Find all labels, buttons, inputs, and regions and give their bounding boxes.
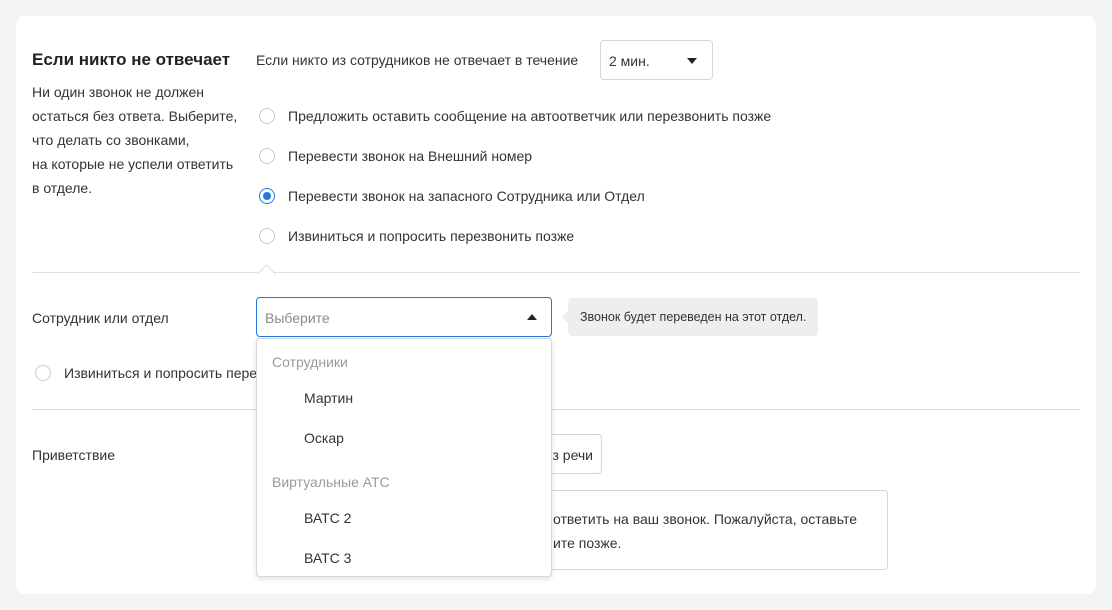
option-label: ВАТС 2 <box>304 510 352 526</box>
radio-option-apologize-fallback[interactable]: Извиниться и попросить пере <box>35 364 275 384</box>
employee-dept-dropdown: Сотрудники Мартин Оскар Виртуальные АТС … <box>256 338 552 577</box>
greeting-label: Приветствие <box>32 447 115 463</box>
timeout-label: Если никто из сотрудников не отвечает в … <box>256 52 579 68</box>
radio-label: Извиниться и попросить перезвонить позже <box>288 228 575 244</box>
employee-dept-placeholder: Выберите <box>265 310 330 326</box>
option-label: ВАТС 3 <box>304 550 352 566</box>
radio-label: Предложить оставить сообщение на автоотв… <box>288 108 772 124</box>
employee-dept-select[interactable]: Выберите <box>256 297 552 337</box>
option-label: Мартин <box>304 390 354 406</box>
radio-icon[interactable] <box>259 228 275 244</box>
dropdown-group-virtual-pbx: Виртуальные АТС <box>272 474 390 490</box>
divider <box>32 272 1080 273</box>
description-line: на которые не успели ответить <box>32 156 234 172</box>
option-label: Оскар <box>304 430 344 446</box>
description-line: Ни один звонок не должен <box>32 84 205 100</box>
radio-label: Перевести звонок на запасного Сотрудника… <box>288 188 645 204</box>
dropdown-option[interactable]: ВАТС 2 <box>257 500 551 536</box>
radio-icon[interactable] <box>35 365 51 381</box>
settings-card: Если никто не отвечает Ни один звонок не… <box>16 16 1096 594</box>
description-line: что делать со звонками, <box>32 132 190 148</box>
transfer-tooltip: Звонок будет переведен на этот отдел. <box>561 298 819 336</box>
description-line: остаться без ответа. Выберите, <box>32 108 238 124</box>
timeout-value: 2 мин. <box>609 53 650 69</box>
employee-dept-label: Сотрудник или отдел <box>32 310 169 326</box>
speech-synthesis-label: з речи <box>552 447 593 463</box>
dropdown-option[interactable]: Мартин <box>257 380 551 416</box>
radio-label: Извиниться и попросить пере <box>64 365 258 381</box>
radio-option-external-number[interactable]: Перевести звонок на Внешний номер <box>259 147 819 167</box>
radio-option-backup-employee[interactable]: Перевести звонок на запасного Сотрудника… <box>259 187 819 207</box>
radio-option-apologize[interactable]: Извиниться и попросить перезвонить позже <box>259 227 819 247</box>
caret-up-icon <box>527 314 537 320</box>
greeting-text-line: ответить на ваш звонок. Пожалуйста, оста… <box>553 511 857 527</box>
section-title: Если никто не отвечает <box>32 50 231 69</box>
radio-selected-icon[interactable] <box>259 188 275 204</box>
divider <box>32 409 1080 410</box>
greeting-text-line: ите позже. <box>553 535 622 551</box>
dropdown-option[interactable]: ВАТС 3 <box>257 540 551 576</box>
dropdown-group-employees: Сотрудники <box>272 354 348 370</box>
section-description: Ни один звонок не должен остаться без от… <box>32 80 247 200</box>
radio-icon[interactable] <box>259 148 275 164</box>
radio-icon[interactable] <box>259 108 275 124</box>
radio-option-voicemail[interactable]: Предложить оставить сообщение на автоотв… <box>259 107 819 127</box>
description-line: в отделе. <box>32 180 93 196</box>
caret-down-icon <box>687 58 697 64</box>
radio-label: Перевести звонок на Внешний номер <box>288 148 533 164</box>
pointer-notch <box>257 264 276 283</box>
dropdown-option[interactable]: Оскар <box>257 420 551 456</box>
timeout-select[interactable]: 2 мин. <box>600 40 713 80</box>
